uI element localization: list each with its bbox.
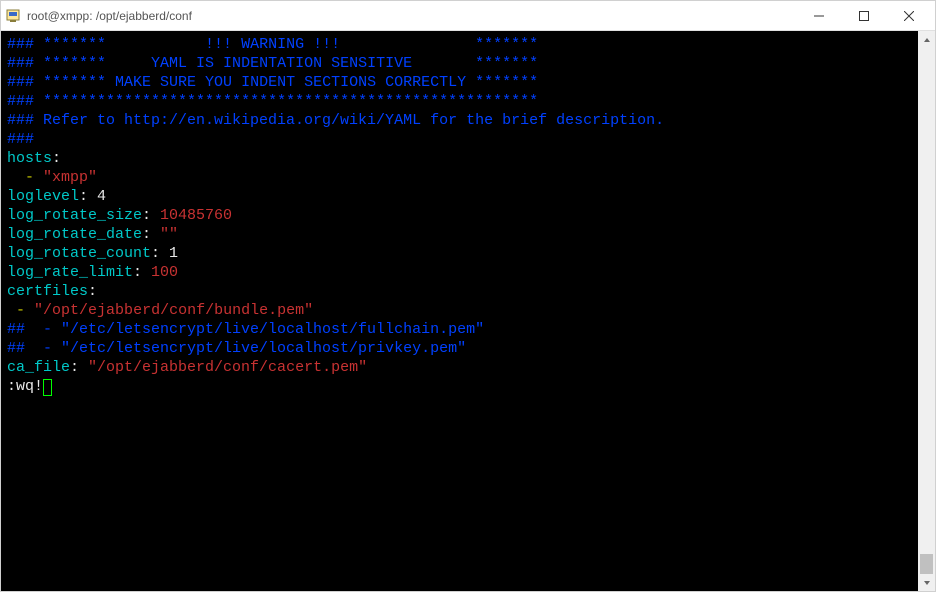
terminal-text: certfiles xyxy=(7,283,88,300)
scroll-thumb[interactable] xyxy=(920,554,933,574)
terminal-line: ## - "/etc/letsencrypt/live/localhost/fu… xyxy=(7,320,912,339)
terminal-text: : xyxy=(133,264,151,281)
terminal-text: log_rotate_size xyxy=(7,207,142,224)
terminal-text: 100 xyxy=(151,264,178,281)
scroll-up-arrow[interactable] xyxy=(918,31,935,48)
terminal-container: ### ******* !!! WARNING !!! *******### *… xyxy=(1,31,935,591)
scrollbar[interactable] xyxy=(918,31,935,591)
terminal-line: log_rotate_date: "" xyxy=(7,225,912,244)
vim-command-text: :wq! xyxy=(7,378,43,395)
titlebar[interactable]: root@xmpp: /opt/ejabberd/conf xyxy=(1,1,935,31)
terminal-line: ### xyxy=(7,130,912,149)
scroll-track[interactable] xyxy=(918,48,935,574)
cursor xyxy=(43,379,52,396)
terminal-line: ### Refer to http://en.wikipedia.org/wik… xyxy=(7,111,912,130)
terminal-text: : xyxy=(142,226,160,243)
terminal-text: "/opt/ejabberd/conf/cacert.pem" xyxy=(88,359,367,376)
minimize-button[interactable] xyxy=(796,2,841,30)
terminal-line: loglevel: 4 xyxy=(7,187,912,206)
terminal-text: : 4 xyxy=(79,188,106,205)
terminal-text: : xyxy=(52,150,61,167)
terminal-line: certfiles: xyxy=(7,282,912,301)
terminal-text: ### xyxy=(7,131,34,148)
terminal-text: - xyxy=(25,169,34,186)
terminal-text: ## - "/etc/letsencrypt/live/localhost/fu… xyxy=(7,321,484,338)
terminal-text xyxy=(25,302,34,319)
maximize-button[interactable] xyxy=(841,2,886,30)
close-button[interactable] xyxy=(886,2,931,30)
terminal-text: hosts xyxy=(7,150,52,167)
putty-icon xyxy=(5,8,21,24)
terminal-text: : xyxy=(70,359,88,376)
window-title: root@xmpp: /opt/ejabberd/conf xyxy=(27,9,796,23)
terminal-line: log_rotate_count: 1 xyxy=(7,244,912,263)
terminal-text: 10485760 xyxy=(160,207,232,224)
terminal-text: ******* MAKE SURE YOU INDENT SECTIONS CO… xyxy=(43,74,538,91)
terminal-text xyxy=(34,169,43,186)
terminal-line: - "/opt/ejabberd/conf/bundle.pem" xyxy=(7,301,912,320)
terminal-line: - "xmpp" xyxy=(7,168,912,187)
terminal-text: ## - "/etc/letsencrypt/live/localhost/pr… xyxy=(7,340,466,357)
terminal-text: - xyxy=(16,302,25,319)
terminal-line: ca_file: "/opt/ejabberd/conf/cacert.pem" xyxy=(7,358,912,377)
terminal-text: "xmpp" xyxy=(43,169,97,186)
terminal-text xyxy=(7,302,16,319)
terminal-text: "" xyxy=(160,226,178,243)
terminal-text: ******* YAML IS INDENTATION SENSITIVE **… xyxy=(43,55,538,72)
vim-command-line[interactable]: :wq! xyxy=(7,377,912,396)
terminal-text: ******* !!! WARNING !!! ******* xyxy=(43,36,538,53)
terminal-text: ca_file xyxy=(7,359,70,376)
terminal-text xyxy=(34,74,43,91)
window-controls xyxy=(796,2,931,30)
terminal-text: : xyxy=(88,283,97,300)
terminal-text: loglevel xyxy=(7,188,79,205)
terminal-text: ****************************************… xyxy=(43,93,538,110)
terminal-line: ### ******* !!! WARNING !!! ******* xyxy=(7,35,912,54)
terminal-text xyxy=(34,55,43,72)
terminal-line: ### ******* MAKE SURE YOU INDENT SECTION… xyxy=(7,73,912,92)
terminal-text: ### xyxy=(7,74,34,91)
terminal-text: log_rotate_date xyxy=(7,226,142,243)
terminal-text: ### Refer to http://en.wikipedia.org/wik… xyxy=(7,112,664,129)
terminal[interactable]: ### ******* !!! WARNING !!! *******### *… xyxy=(1,31,918,591)
terminal-line: hosts: xyxy=(7,149,912,168)
terminal-line: log_rate_limit: 100 xyxy=(7,263,912,282)
terminal-text: ### xyxy=(7,55,34,72)
terminal-line: ### ******* YAML IS INDENTATION SENSITIV… xyxy=(7,54,912,73)
scroll-down-arrow[interactable] xyxy=(918,574,935,591)
terminal-text xyxy=(7,169,25,186)
terminal-line: log_rotate_size: 10485760 xyxy=(7,206,912,225)
terminal-line: ## - "/etc/letsencrypt/live/localhost/pr… xyxy=(7,339,912,358)
terminal-text: ### xyxy=(7,36,34,53)
terminal-text: "/opt/ejabberd/conf/bundle.pem" xyxy=(34,302,313,319)
app-window: root@xmpp: /opt/ejabberd/conf ### ******… xyxy=(0,0,936,592)
terminal-line: ### ************************************… xyxy=(7,92,912,111)
terminal-text: : 1 xyxy=(151,245,178,262)
terminal-text xyxy=(34,36,43,53)
terminal-text: : xyxy=(142,207,160,224)
terminal-text xyxy=(34,93,43,110)
terminal-text: log_rate_limit xyxy=(7,264,133,281)
terminal-text: log_rotate_count xyxy=(7,245,151,262)
terminal-text: ### xyxy=(7,93,34,110)
